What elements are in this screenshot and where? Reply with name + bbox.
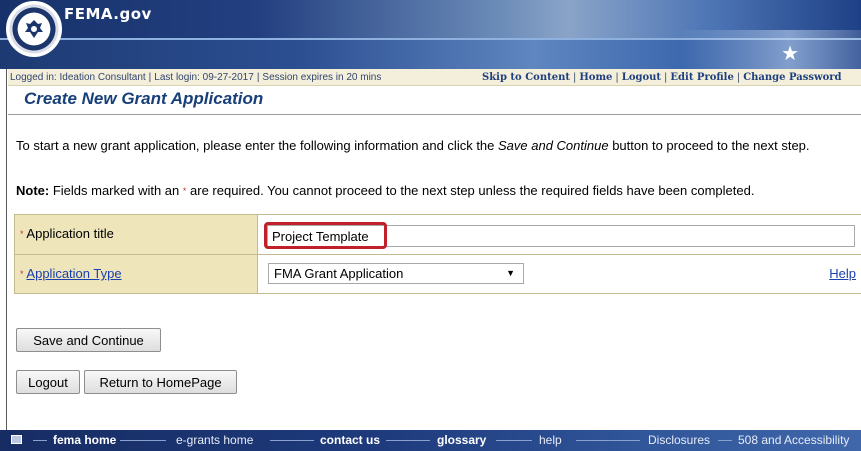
skip-to-content-link[interactable]: Skip to Content: [482, 72, 570, 83]
return-to-homepage-button[interactable]: Return to HomePage: [84, 370, 237, 394]
required-marker: *: [20, 269, 24, 279]
site-banner: ★ FEMA.gov: [0, 0, 861, 69]
home-link[interactable]: Home: [579, 72, 612, 83]
footer-nav: fema home e-grants home contact us gloss…: [0, 430, 861, 451]
footer-link-contact-us[interactable]: contact us: [320, 430, 380, 451]
session-expiry-text: Session expires in 20 mins: [262, 72, 382, 83]
utility-links: Skip to Content | Home | Logout | Edit Profile…: [482, 72, 842, 83]
logged-in-text: Logged in: Ideation Consultant: [10, 72, 146, 83]
session-status-bar: Logged in: Ideation Consultant | Last logi…: [8, 69, 861, 86]
footer-link-508-accessibility[interactable]: 508 and Accessibility: [738, 430, 849, 451]
page-title: Create New Grant Application: [24, 89, 264, 108]
site-title[interactable]: FEMA.gov: [64, 5, 152, 23]
intro-emphasis: Save and Continue: [498, 138, 609, 153]
required-fields-note: Note: Fields marked with an * are requir…: [16, 183, 755, 198]
footer-link-help[interactable]: help: [539, 430, 562, 451]
note-label: Note:: [16, 183, 50, 198]
logout-button[interactable]: Logout: [16, 370, 80, 394]
title-divider: [8, 114, 861, 115]
application-title-row: * Application title: [15, 215, 861, 254]
footer-link-egrants-home[interactable]: e-grants home: [176, 430, 253, 451]
application-type-link[interactable]: Application Type: [26, 266, 121, 281]
required-marker: *: [20, 229, 24, 239]
logout-link[interactable]: Logout: [622, 72, 661, 83]
application-type-select[interactable]: FMA Grant Application ▼: [268, 263, 524, 284]
help-link[interactable]: Help: [829, 266, 856, 281]
last-login-text: Last login: 09-27-2017: [154, 72, 254, 83]
application-type-row: * Application Type FMA Grant Application…: [15, 254, 861, 293]
footer-link-disclosures[interactable]: Disclosures: [648, 430, 710, 451]
application-type-selected: FMA Grant Application: [274, 266, 404, 281]
change-password-link[interactable]: Change Password: [743, 72, 841, 83]
intro-text: To start a new grant application, please…: [16, 138, 810, 153]
session-info: Logged in: Ideation Consultant | Last logi…: [10, 72, 382, 83]
footer-square-icon: [11, 435, 22, 444]
dhs-seal-icon: [6, 1, 62, 57]
edit-profile-link[interactable]: Edit Profile: [670, 72, 733, 83]
flag-star-icon: ★: [781, 43, 799, 65]
dropdown-arrow-icon: ▼: [506, 268, 515, 278]
application-type-label: * Application Type: [15, 255, 258, 293]
footer-link-glossary[interactable]: glossary: [437, 430, 486, 451]
save-and-continue-button[interactable]: Save and Continue: [16, 328, 161, 352]
application-form: * Application title * Application Type F…: [14, 214, 861, 294]
footer-link-fema-home[interactable]: fema home: [53, 430, 116, 451]
application-title-input[interactable]: [267, 225, 855, 247]
application-title-label: * Application title: [15, 215, 258, 254]
